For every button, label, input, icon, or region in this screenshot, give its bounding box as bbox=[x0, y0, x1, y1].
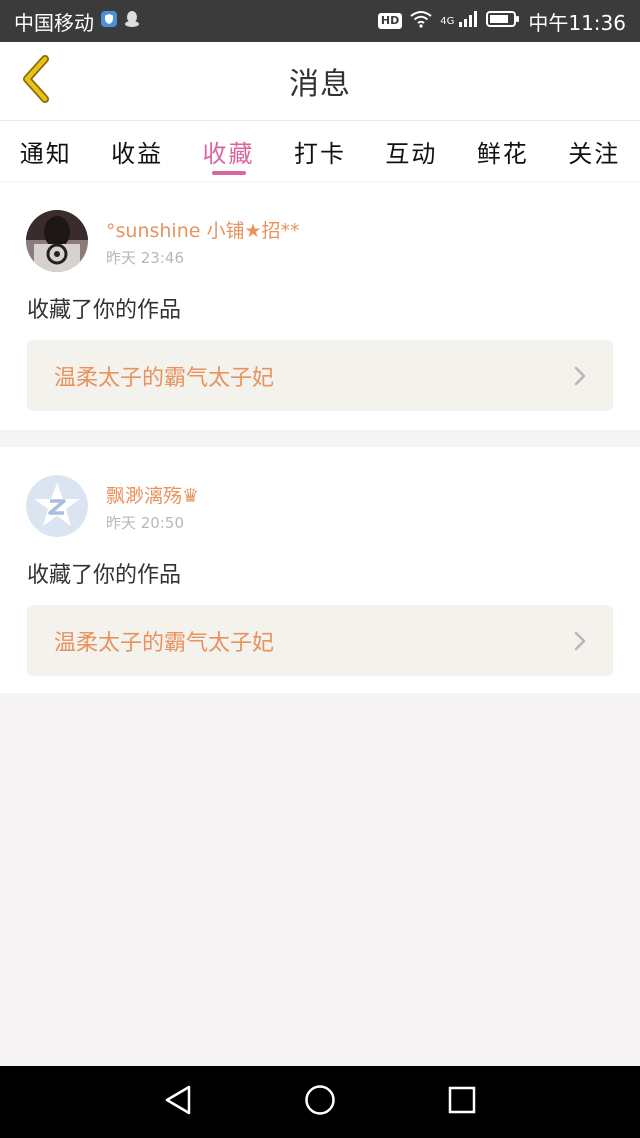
message-card: 飘渺漓殇♛ 昨天 20:50 收藏了你的作品 温柔太子的霸气太子妃 bbox=[0, 447, 640, 693]
status-right: HD 4G 中午11:36 bbox=[377, 7, 640, 36]
carrier-label: 中国移动 bbox=[14, 10, 94, 35]
shield-icon bbox=[100, 9, 118, 33]
tab-favorites[interactable]: 收藏 bbox=[183, 121, 274, 181]
tab-follow[interactable]: 关注 bbox=[549, 121, 640, 181]
active-tab-indicator bbox=[211, 171, 246, 175]
action-text: 收藏了你的作品 bbox=[27, 298, 182, 323]
tab-label: 互动 bbox=[385, 139, 438, 168]
work-link[interactable]: 温柔太子的霸气太子妃 bbox=[27, 605, 613, 676]
tab-label: 收益 bbox=[111, 139, 164, 168]
nav-back-button[interactable] bbox=[138, 1066, 218, 1138]
chevron-right-icon bbox=[573, 365, 613, 387]
tab-label: 鲜花 bbox=[476, 139, 529, 168]
chevron-right-icon bbox=[573, 630, 613, 652]
qq-icon bbox=[124, 9, 140, 33]
tab-interaction[interactable]: 互动 bbox=[366, 121, 457, 181]
username[interactable]: 飘渺漓殇♛ bbox=[106, 481, 199, 508]
work-link[interactable]: 温柔太子的霸气太子妃 bbox=[27, 340, 613, 411]
tab-label: 打卡 bbox=[293, 139, 346, 168]
tab-notifications[interactable]: 通知 bbox=[0, 121, 91, 181]
tab-label: 收藏 bbox=[202, 139, 255, 168]
avatar[interactable] bbox=[26, 210, 88, 272]
battery-icon bbox=[486, 9, 520, 33]
timestamp: 昨天 20:50 bbox=[106, 514, 184, 532]
network-label: 4G bbox=[440, 15, 455, 27]
triangle-back-icon bbox=[163, 1084, 193, 1120]
hd-badge: HD bbox=[377, 13, 403, 29]
username[interactable]: °sunshine 小铺★招** bbox=[106, 216, 300, 243]
status-left: 中国移动 bbox=[0, 7, 140, 36]
tab-earnings[interactable]: 收益 bbox=[91, 121, 182, 181]
tab-label: 关注 bbox=[568, 139, 621, 168]
signal-icon bbox=[458, 9, 478, 33]
tab-label: 通知 bbox=[19, 139, 72, 168]
tab-flowers[interactable]: 鲜花 bbox=[457, 121, 548, 181]
work-title: 温柔太子的霸气太子妃 bbox=[54, 630, 275, 656]
nav-recents-button[interactable] bbox=[422, 1066, 502, 1138]
circle-home-icon bbox=[304, 1084, 336, 1120]
status-bar: 中国移动 HD 4G 中午11:36 bbox=[0, 0, 640, 42]
wifi-icon bbox=[410, 9, 432, 33]
action-text: 收藏了你的作品 bbox=[27, 563, 182, 588]
page-title: 消息 bbox=[289, 67, 351, 102]
timestamp: 昨天 23:46 bbox=[106, 249, 184, 267]
header: 消息 bbox=[0, 42, 640, 121]
message-card: °sunshine 小铺★招** 昨天 23:46 收藏了你的作品 温柔太子的霸… bbox=[0, 182, 640, 430]
clock-time: 中午11:36 bbox=[528, 10, 626, 35]
square-recents-icon bbox=[447, 1085, 477, 1119]
avatar[interactable] bbox=[26, 475, 88, 537]
navigation-bar bbox=[0, 1066, 640, 1138]
work-title: 温柔太子的霸气太子妃 bbox=[54, 365, 275, 391]
tab-checkin[interactable]: 打卡 bbox=[274, 121, 365, 181]
tab-bar: 通知 收益 收藏 打卡 互动 鲜花 关注 bbox=[0, 121, 640, 181]
nav-home-button[interactable] bbox=[280, 1066, 360, 1138]
